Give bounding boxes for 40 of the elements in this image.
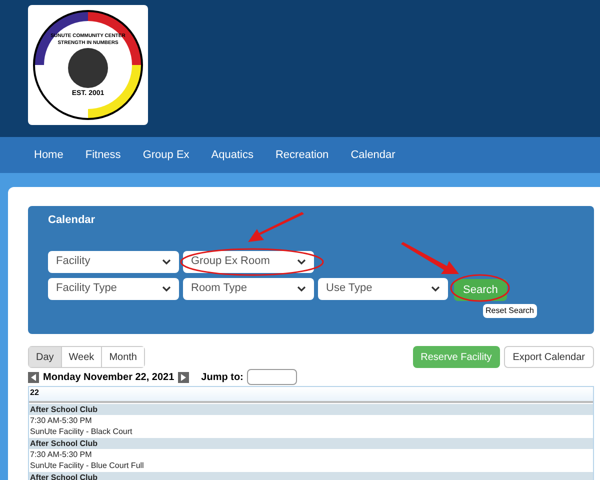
event-title[interactable]: After School Club xyxy=(29,472,593,480)
reset-search-button[interactable]: Reset Search xyxy=(482,304,537,318)
left-triangle-icon xyxy=(31,374,36,380)
view-tab[interactable]: Month xyxy=(101,347,144,367)
event-location: SunUte Facility - Blue Court Full xyxy=(29,460,145,471)
event-time: 7:30 AM-5:30 PM xyxy=(29,449,93,460)
select-field[interactable]: Facility xyxy=(48,250,179,272)
day-header: 22 xyxy=(29,387,593,403)
nav-link[interactable]: Fitness xyxy=(85,146,121,164)
select-field[interactable]: Room Type xyxy=(183,278,314,300)
select-field[interactable]: Group Ex Room xyxy=(183,250,314,272)
chevron-down-icon xyxy=(297,286,306,292)
view-tab[interactable]: Day xyxy=(29,347,61,367)
previous-day-button[interactable] xyxy=(28,372,39,382)
event-location: SunUte Facility - Black Court xyxy=(29,426,134,437)
nav-link[interactable]: Calendar xyxy=(350,146,396,164)
highlight-ellipse xyxy=(449,272,511,304)
nav-link[interactable]: Group Ex xyxy=(142,146,190,164)
arrow-annotation xyxy=(246,212,306,244)
nav-link[interactable]: Recreation xyxy=(275,146,329,164)
arrow-annotation xyxy=(401,240,461,276)
chevron-down-icon xyxy=(431,286,440,292)
select-field[interactable]: Facility Type xyxy=(48,278,179,300)
right-triangle-icon xyxy=(181,374,186,380)
event-title[interactable]: After School Club xyxy=(29,404,593,415)
jump-date-field[interactable] xyxy=(247,369,298,385)
nav-link[interactable]: Aquatics xyxy=(211,146,254,164)
chevron-down-icon xyxy=(297,258,306,264)
action-button[interactable]: Export Calendar xyxy=(504,346,594,368)
event-time: 7:30 AM-5:30 PM xyxy=(29,415,93,426)
logo-emblem-drawing xyxy=(68,48,108,88)
chevron-down-icon xyxy=(162,258,171,264)
date-title: Monday November 22, 2021 xyxy=(43,370,174,384)
nav-link[interactable]: Home xyxy=(34,146,64,164)
chevron-down-icon xyxy=(162,286,171,292)
jump-label: Jump to: xyxy=(201,370,244,384)
panel-title: Calendar xyxy=(48,213,96,228)
select-field[interactable]: Use Type xyxy=(318,278,448,300)
next-day-button[interactable] xyxy=(178,372,190,382)
event-title[interactable]: After School Club xyxy=(29,438,593,449)
